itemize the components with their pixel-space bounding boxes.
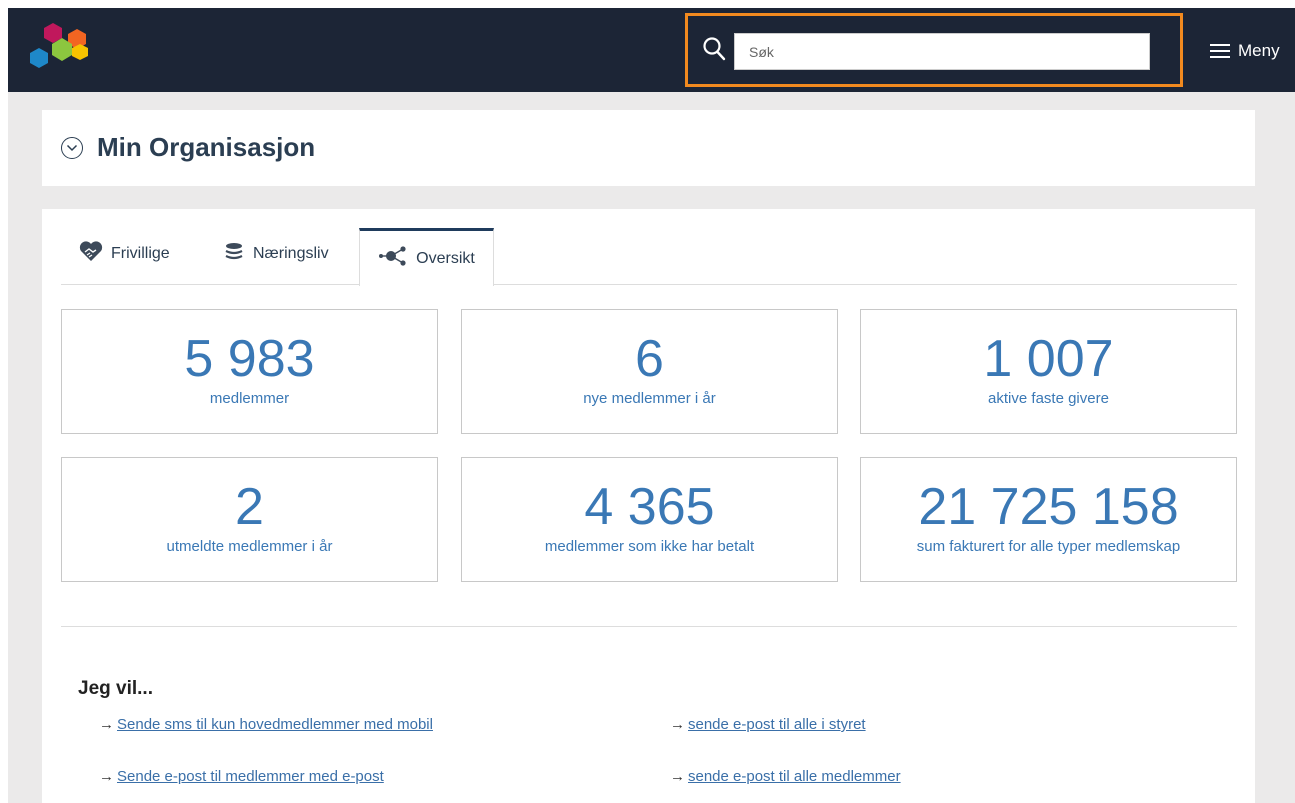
logo-icon[interactable] bbox=[20, 22, 110, 82]
page-left-margin bbox=[0, 0, 8, 803]
stat-resigned-members[interactable]: 2 utmeldte medlemmer i år bbox=[61, 457, 438, 582]
tab-frivillige[interactable]: Frivillige bbox=[79, 239, 170, 269]
search-box-highlight bbox=[685, 13, 1183, 87]
stat-members[interactable]: 5 983 medlemmer bbox=[61, 309, 438, 434]
stat-invoiced-sum[interactable]: 21 725 158 sum fakturert for alle typer … bbox=[860, 457, 1237, 582]
title-card: Min Organisasjon bbox=[42, 110, 1255, 186]
menu-button[interactable]: Meny bbox=[1210, 38, 1280, 64]
menu-label: Meny bbox=[1238, 41, 1280, 60]
link-email-members-with-email[interactable]: → Sende e-post til medlemmer med e-post bbox=[99, 768, 384, 785]
search-input[interactable] bbox=[734, 33, 1150, 70]
stat-label: aktive faste givere bbox=[988, 390, 1109, 407]
tab-oversikt[interactable]: Oversikt bbox=[359, 228, 494, 286]
tab-bar: Frivillige Næringsliv Oversikt bbox=[61, 209, 1237, 286]
hamburger-icon bbox=[1210, 43, 1230, 59]
stat-value: 1 007 bbox=[983, 330, 1114, 388]
link-email-board[interactable]: → sende e-post til alle i styret bbox=[670, 716, 866, 733]
stat-label: utmeldte medlemmer i år bbox=[166, 538, 333, 555]
stat-value: 4 365 bbox=[584, 478, 715, 536]
stat-label: medlemmer som ikke har betalt bbox=[544, 538, 755, 555]
actions-heading: Jeg vil... bbox=[78, 678, 153, 699]
app-header: Meny bbox=[8, 8, 1295, 92]
stat-value: 5 983 bbox=[184, 330, 315, 388]
overview-card: Frivillige Næringsliv Oversikt 5 983 med… bbox=[42, 209, 1255, 803]
section-divider bbox=[61, 626, 1237, 627]
stat-new-members[interactable]: 6 nye medlemmer i år bbox=[461, 309, 838, 434]
stat-value: 6 bbox=[635, 330, 664, 388]
stat-value: 21 725 158 bbox=[918, 478, 1179, 536]
handshake-icon bbox=[79, 240, 103, 268]
page-title: Min Organisasjon bbox=[97, 132, 316, 162]
arrow-right-icon: → bbox=[99, 768, 114, 785]
arrow-right-icon: → bbox=[99, 716, 114, 733]
link-email-all-members[interactable]: → sende e-post til alle medlemmer bbox=[670, 768, 901, 785]
stat-value: 2 bbox=[235, 478, 264, 536]
page-top-margin bbox=[0, 0, 1295, 8]
tab-label: Frivillige bbox=[111, 245, 170, 262]
link-sms-main-members[interactable]: → Sende sms til kun hovedmedlemmer med mo… bbox=[99, 716, 433, 733]
arrow-right-icon: → bbox=[670, 716, 685, 733]
stat-active-donors[interactable]: 1 007 aktive faste givere bbox=[860, 309, 1237, 434]
tab-label: Næringsliv bbox=[253, 245, 329, 262]
coin-stack-icon bbox=[223, 241, 245, 268]
tab-label: Oversikt bbox=[416, 249, 475, 267]
stat-label: sum fakturert for alle typer medlemskap bbox=[916, 538, 1181, 555]
stat-label: medlemmer bbox=[209, 390, 290, 407]
arrow-right-icon: → bbox=[670, 768, 685, 785]
tab-naeringsliv[interactable]: Næringsliv bbox=[223, 239, 329, 269]
stat-unpaid-members[interactable]: 4 365 medlemmer som ikke har betalt bbox=[461, 457, 838, 582]
network-icon bbox=[378, 245, 408, 272]
stat-label: nye medlemmer i år bbox=[583, 390, 716, 407]
collapse-chevron-icon[interactable] bbox=[61, 137, 83, 159]
search-icon[interactable] bbox=[702, 36, 726, 62]
